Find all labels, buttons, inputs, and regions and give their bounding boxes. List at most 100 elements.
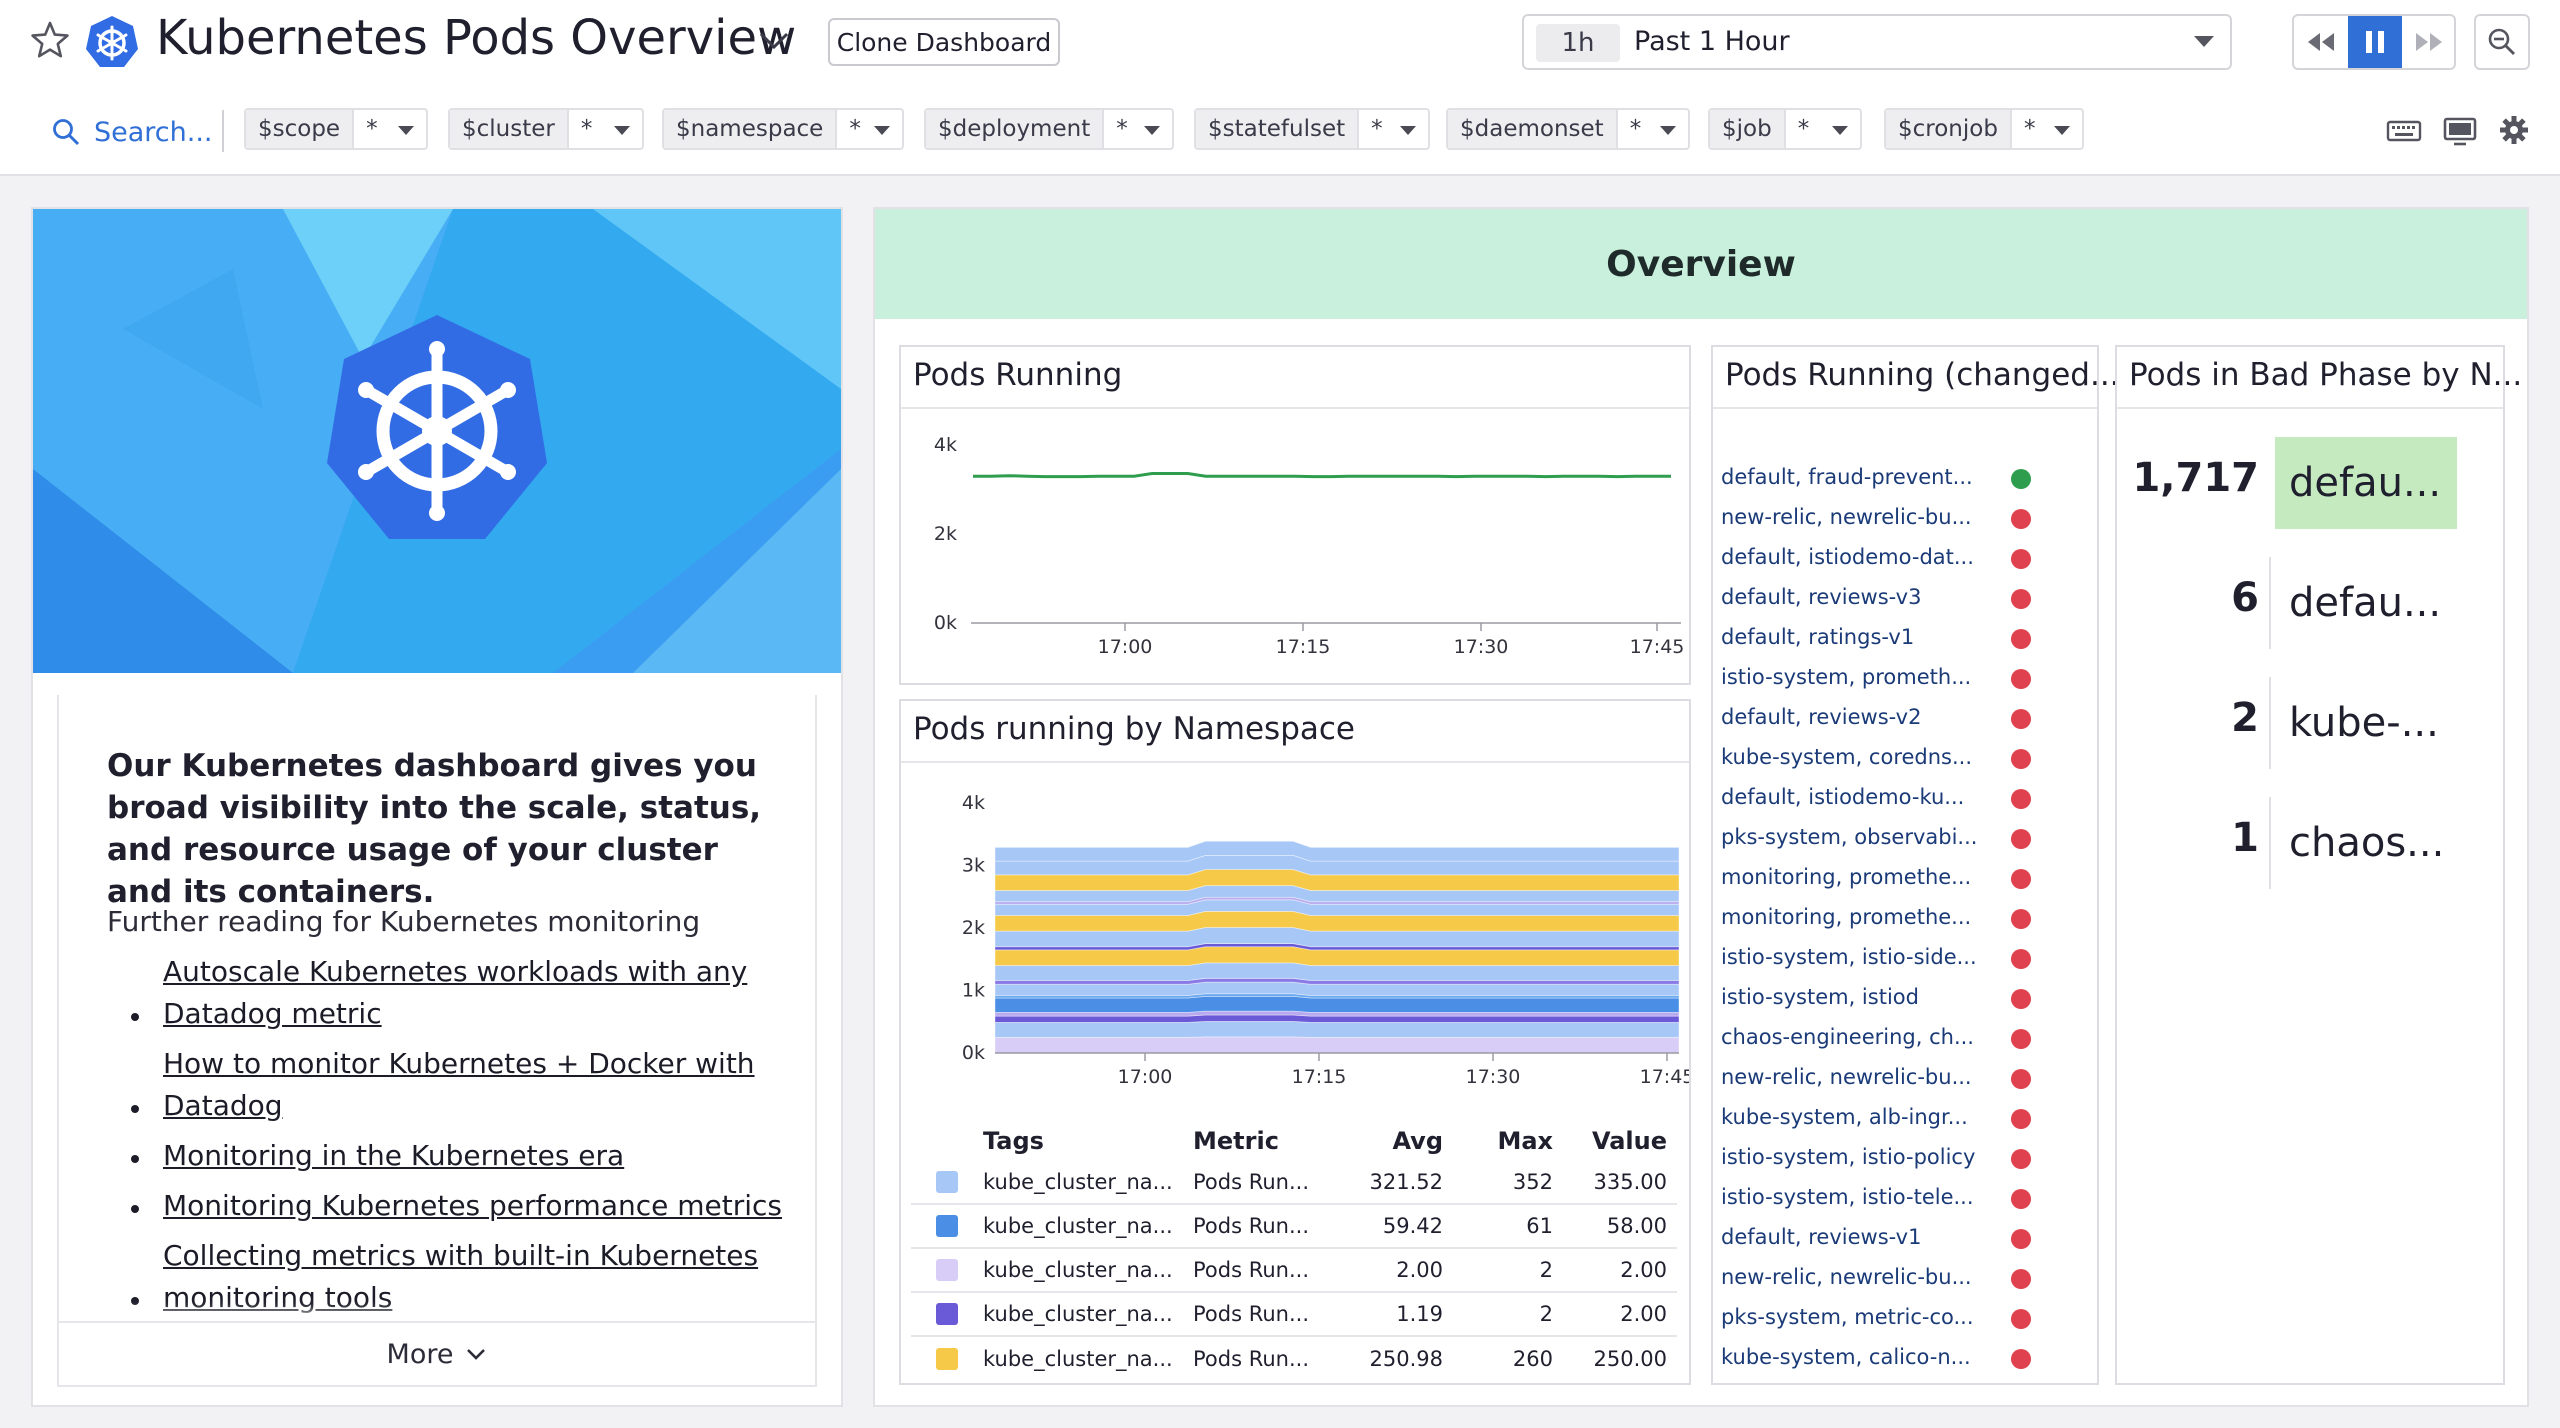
gear-icon[interactable] bbox=[2494, 112, 2534, 148]
status-list-item[interactable]: istio-system, istio-tele... bbox=[1721, 1177, 2091, 1217]
status-list-item[interactable]: pks-system, observabi... bbox=[1721, 817, 2091, 857]
column-header-max[interactable]: Max bbox=[1443, 1127, 1553, 1155]
pause-button[interactable] bbox=[2348, 16, 2402, 68]
status-item-label: new-relic, newrelic-bu... bbox=[1721, 1265, 1972, 1289]
chevron-down-icon[interactable] bbox=[757, 28, 791, 52]
template-var-value[interactable]: * bbox=[569, 110, 642, 148]
table-row[interactable]: kube_cluster_na... Pods Run... 321.52 35… bbox=[911, 1161, 1677, 1205]
template-var-value[interactable]: * bbox=[837, 110, 902, 148]
status-dot bbox=[2011, 1149, 2031, 1169]
pods-by-namespace-chart[interactable]: 0k 1k 2k 3k 4k 17:00 17:15 17:30 17:45 bbox=[901, 763, 1689, 1119]
row-tag: kube_cluster_na... bbox=[983, 1170, 1173, 1194]
further-reading-list: Autoscale Kubernetes workloads with any … bbox=[107, 951, 787, 1327]
status-item-label: kube-system, coredns... bbox=[1721, 745, 1973, 769]
rewind-icon bbox=[2308, 33, 2334, 51]
status-list-item[interactable]: monitoring, promethe... bbox=[1721, 857, 2091, 897]
template-var-cronjob[interactable]: $cronjob * bbox=[1884, 108, 2084, 150]
table-row[interactable]: kube_cluster_na... Pods Run... 1.19 2 2.… bbox=[911, 1293, 1677, 1337]
status-list-item[interactable]: kube-system, calico-n... bbox=[1721, 1337, 2091, 1377]
status-list-item[interactable]: istio-system, prometh... bbox=[1721, 657, 2091, 697]
status-item-label: istio-system, istio-policy bbox=[1721, 1145, 1976, 1169]
keyboard-icon[interactable] bbox=[2384, 112, 2424, 148]
status-list-item[interactable]: new-relic, newrelic-bu... bbox=[1721, 497, 2091, 537]
status-list-item[interactable]: new-relic, newrelic-bu... bbox=[1721, 1057, 2091, 1097]
table-row[interactable]: kube_cluster_na... Pods Run... 250.98 26… bbox=[911, 1337, 1677, 1381]
list-item: Monitoring in the Kubernetes era bbox=[107, 1135, 787, 1177]
pods-running-chart[interactable]: 0k 2k 4k 17:00 17:15 17:30 17:45 bbox=[901, 409, 1689, 685]
template-var-cluster[interactable]: $cluster * bbox=[448, 108, 644, 150]
row-max: 260 bbox=[1512, 1347, 1553, 1371]
bad-phase-row[interactable]: 1 chaos... bbox=[2117, 797, 2497, 889]
divider bbox=[2269, 797, 2271, 889]
template-var-value[interactable]: * bbox=[1618, 110, 1688, 148]
tv-mode-icon[interactable] bbox=[2440, 112, 2480, 148]
pods-running-widget[interactable]: Pods Running 0k 2k 4k 17:00 17:15 17:30 17:45 bbox=[899, 345, 1691, 685]
template-var-deployment[interactable]: $deployment * bbox=[924, 108, 1174, 150]
status-list-item[interactable]: monitoring, promethe... bbox=[1721, 897, 2091, 937]
column-header-tags[interactable]: Tags bbox=[983, 1127, 1193, 1155]
status-list-item[interactable]: default, istiodemo-dat... bbox=[1721, 537, 2091, 577]
status-dot bbox=[2011, 509, 2031, 529]
star-icon[interactable] bbox=[30, 20, 70, 60]
status-item-label: istio-system, istio-side... bbox=[1721, 945, 1977, 969]
template-var-scope[interactable]: $scope * bbox=[244, 108, 428, 150]
status-list-item[interactable]: kube-system, alb-ingr... bbox=[1721, 1097, 2091, 1137]
column-header-metric[interactable]: Metric bbox=[1193, 1127, 1323, 1155]
reading-link[interactable]: Collecting metrics with built-in Kuberne… bbox=[163, 1239, 758, 1314]
status-item-label: istio-system, prometh... bbox=[1721, 665, 1972, 689]
status-list-item[interactable]: new-relic, newrelic-bu... bbox=[1721, 1257, 2091, 1297]
column-header-avg[interactable]: Avg bbox=[1323, 1127, 1443, 1155]
template-var-namespace[interactable]: $namespace * bbox=[662, 108, 904, 150]
status-list-item[interactable]: istio-system, istio-policy bbox=[1721, 1137, 2091, 1177]
status-list-item[interactable]: istio-system, istiod bbox=[1721, 977, 2091, 1017]
zoom-out-button[interactable] bbox=[2474, 14, 2530, 70]
more-button[interactable]: More bbox=[59, 1321, 815, 1385]
column-header-value[interactable]: Value bbox=[1553, 1127, 1667, 1155]
status-list-item[interactable]: pks-system, metric-co... bbox=[1721, 1297, 2091, 1337]
reading-link[interactable]: How to monitor Kubernetes + Docker with … bbox=[163, 1047, 755, 1122]
kubernetes-hero-image bbox=[33, 209, 841, 673]
table-row[interactable]: kube_cluster_na... Pods Run... 59.42 61 … bbox=[911, 1205, 1677, 1249]
status-list-item[interactable]: default, reviews-v3 bbox=[1721, 577, 2091, 617]
template-var-daemonset[interactable]: $daemonset * bbox=[1446, 108, 1690, 150]
pods-running-changed-widget[interactable]: Pods Running (changed... default, fraud-… bbox=[1711, 345, 2120, 1385]
rewind-button[interactable] bbox=[2294, 16, 2348, 68]
status-list-item[interactable]: default, istiodemo-ku... bbox=[1721, 777, 2091, 817]
template-var-value[interactable]: * bbox=[354, 110, 426, 148]
bad-phase-row[interactable]: 1,717 defau... bbox=[2117, 437, 2497, 529]
template-var-value[interactable]: * bbox=[1104, 110, 1172, 148]
divider bbox=[2269, 557, 2271, 649]
template-var-statefulset[interactable]: $statefulset * bbox=[1194, 108, 1430, 150]
reading-link[interactable]: Autoscale Kubernetes workloads with any … bbox=[163, 955, 747, 1030]
status-list-item[interactable]: default, ratings-v1 bbox=[1721, 617, 2091, 657]
bad-phase-value: 1 bbox=[2231, 815, 2259, 861]
template-var-value[interactable]: * bbox=[2012, 110, 2082, 148]
status-list-item[interactable]: kube-system, coredns... bbox=[1721, 737, 2091, 777]
intro-widget: Our Kubernetes dashboard gives you broad… bbox=[31, 207, 843, 1407]
pods-by-namespace-widget[interactable]: Pods running by Namespace 0k 1k 2k 3k 4k 17:0… bbox=[899, 699, 1691, 1385]
reading-link[interactable]: Monitoring Kubernetes performance metric… bbox=[163, 1189, 782, 1222]
row-metric: Pods Run... bbox=[1193, 1347, 1310, 1371]
row-avg: 250.98 bbox=[1369, 1347, 1443, 1371]
bad-phase-row[interactable]: 6 defau... bbox=[2117, 557, 2497, 649]
status-list-item[interactable]: default, reviews-v1 bbox=[1721, 1217, 2091, 1257]
status-list-item[interactable]: default, fraud-prevent... bbox=[1721, 457, 2091, 497]
list-item: Monitoring Kubernetes performance metric… bbox=[107, 1185, 787, 1227]
time-range-selector[interactable]: 1h Past 1 Hour bbox=[1522, 14, 2232, 70]
clone-dashboard-button[interactable]: Clone Dashboard bbox=[828, 18, 1060, 66]
bad-phase-row[interactable]: 2 kube-... bbox=[2117, 677, 2497, 769]
template-var-value[interactable]: * bbox=[1786, 110, 1860, 148]
status-list-item[interactable]: chaos-engineering, ch... bbox=[1721, 1017, 2091, 1057]
fast-forward-button[interactable] bbox=[2402, 16, 2454, 68]
reading-link[interactable]: Monitoring in the Kubernetes era bbox=[163, 1139, 624, 1172]
table-row[interactable]: kube_cluster_na... Pods Run... 2.00 2 2.… bbox=[911, 1249, 1677, 1293]
status-list-item[interactable]: istio-system, istio-side... bbox=[1721, 937, 2091, 977]
status-list-item[interactable]: default, reviews-v2 bbox=[1721, 697, 2091, 737]
row-avg: 1.19 bbox=[1396, 1302, 1443, 1326]
search-button[interactable]: Search... bbox=[52, 112, 213, 152]
template-var-job[interactable]: $job * bbox=[1708, 108, 1862, 150]
status-dot bbox=[2011, 1229, 2031, 1249]
pods-bad-phase-widget[interactable]: Pods in Bad Phase by N... 1,717 defau... 6… bbox=[2115, 345, 2522, 1385]
series-swatch bbox=[936, 1348, 958, 1370]
template-var-value[interactable]: * bbox=[1359, 110, 1428, 148]
